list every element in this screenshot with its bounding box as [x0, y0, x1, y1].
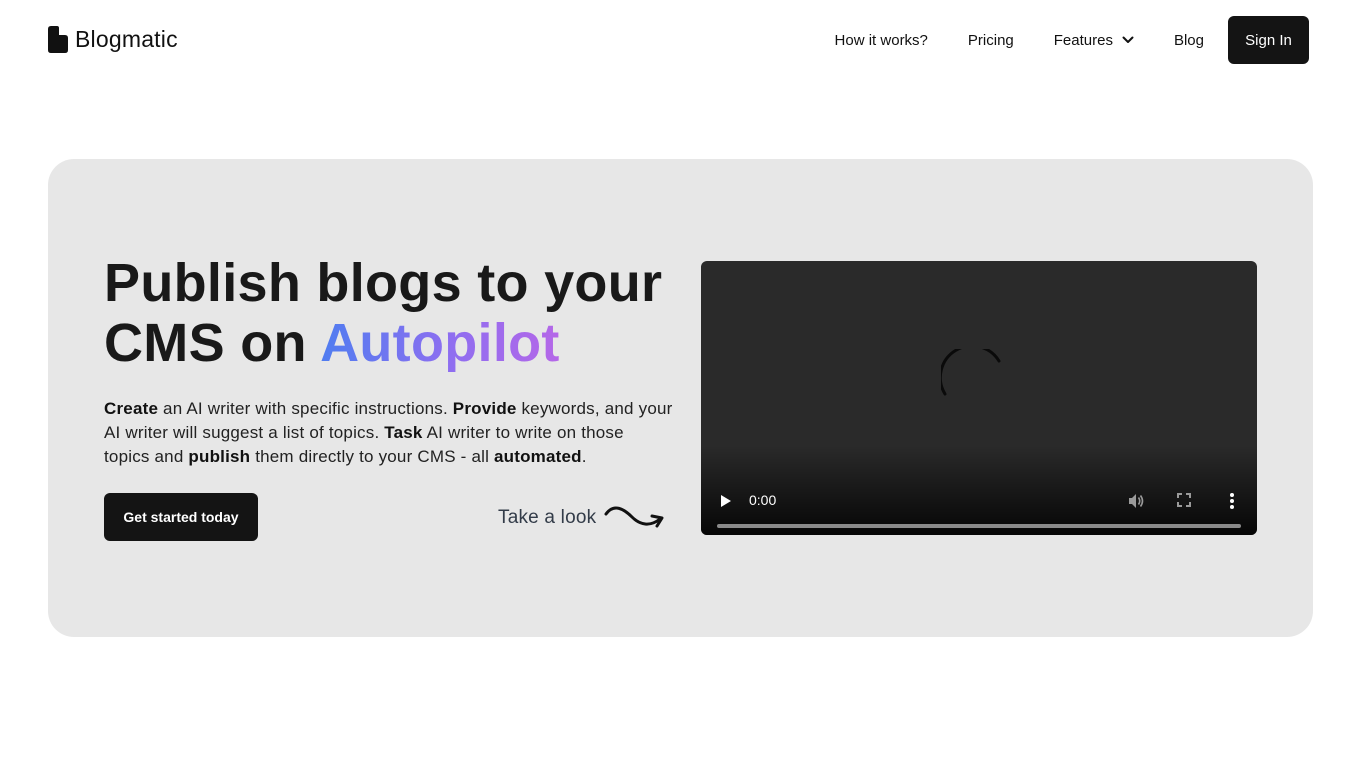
hero-section: Publish blogs to your CMS on Autopilot C…	[48, 159, 1313, 637]
nav-pricing[interactable]: Pricing	[968, 32, 1014, 49]
play-icon[interactable]	[719, 493, 733, 509]
description-text: an AI writer with specific instructions.	[158, 399, 453, 418]
description-emphasis: Task	[384, 423, 423, 442]
take-a-look-label: Take a look	[498, 507, 597, 528]
chevron-down-icon	[1122, 36, 1134, 43]
get-started-button[interactable]: Get started today	[104, 493, 258, 541]
nav-features[interactable]: Features	[1054, 32, 1134, 49]
nav-features-label: Features	[1053, 31, 1113, 49]
description-emphasis: automated	[494, 447, 582, 466]
loading-spinner	[941, 349, 1001, 396]
video-time: 0:00	[749, 492, 777, 508]
volume-icon[interactable]	[1127, 492, 1145, 510]
logo-icon	[48, 26, 68, 53]
description-text: .	[581, 447, 587, 466]
sign-in-button[interactable]: Sign In	[1228, 16, 1309, 64]
hero-description: Create an AI writer with specific instru…	[104, 397, 674, 469]
take-a-look: Take a look	[498, 505, 666, 531]
site-header: Blogmatic How it works? Pricing Features…	[0, 0, 1360, 80]
video-progress-bar[interactable]	[717, 524, 1241, 528]
more-vertical-icon[interactable]	[1228, 492, 1236, 510]
video-controls: 0:00	[701, 475, 1257, 535]
main-nav: How it works? Pricing Features Blog Sign…	[835, 16, 1309, 64]
description-emphasis: Provide	[452, 399, 517, 418]
nav-blog[interactable]: Blog	[1174, 32, 1204, 49]
squiggle-arrow-icon	[604, 506, 664, 528]
headline-accent: Autopilot	[320, 313, 560, 373]
description-text: them directly to your CMS - all	[250, 447, 494, 466]
description-emphasis: Create	[104, 399, 159, 418]
hero-headline: Publish blogs to your CMS on Autopilot	[104, 253, 664, 373]
brand-logo[interactable]: Blogmatic	[48, 26, 178, 53]
brand-name: Blogmatic	[75, 26, 178, 52]
fullscreen-icon[interactable]	[1177, 493, 1191, 507]
description-emphasis: publish	[188, 447, 251, 466]
video-player[interactable]: 0:00	[701, 261, 1257, 535]
nav-how-it-works[interactable]: How it works?	[835, 32, 928, 49]
